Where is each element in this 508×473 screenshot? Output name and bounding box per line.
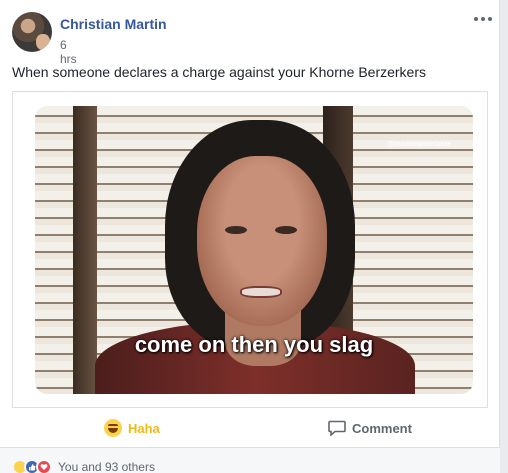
action-bar: Haha Comment [12, 412, 488, 444]
comment-icon [328, 420, 346, 436]
image-face [197, 156, 327, 326]
meme-caption: come on then you slag [134, 332, 374, 357]
reaction-count[interactable]: You and 93 others [58, 460, 155, 473]
comment-label: Comment [352, 420, 412, 436]
image-mouth [240, 286, 282, 298]
post-text: When someone declares a charge against y… [12, 64, 426, 80]
comment-button[interactable]: Comment [328, 417, 412, 439]
haha-button[interactable]: Haha [104, 417, 160, 439]
author-name[interactable]: Christian Martin [60, 16, 167, 32]
avatar[interactable] [12, 12, 52, 52]
image-eye-left [225, 226, 247, 234]
meme-image[interactable]: @madeinpoortaste come on then you slag [35, 106, 473, 394]
haha-label: Haha [128, 420, 160, 436]
reaction-summary[interactable]: You and 93 others [12, 459, 155, 473]
more-options-icon[interactable] [474, 14, 492, 24]
love-icon [36, 459, 52, 473]
image-watermark: @madeinpoortaste [387, 141, 451, 148]
post-timestamp[interactable]: 6 hrs [60, 38, 77, 66]
post-media[interactable]: @madeinpoortaste come on then you slag [12, 91, 488, 408]
image-eye-right [275, 226, 297, 234]
post-card: Christian Martin 6 hrs When someone decl… [0, 0, 500, 473]
haha-icon [104, 419, 122, 437]
